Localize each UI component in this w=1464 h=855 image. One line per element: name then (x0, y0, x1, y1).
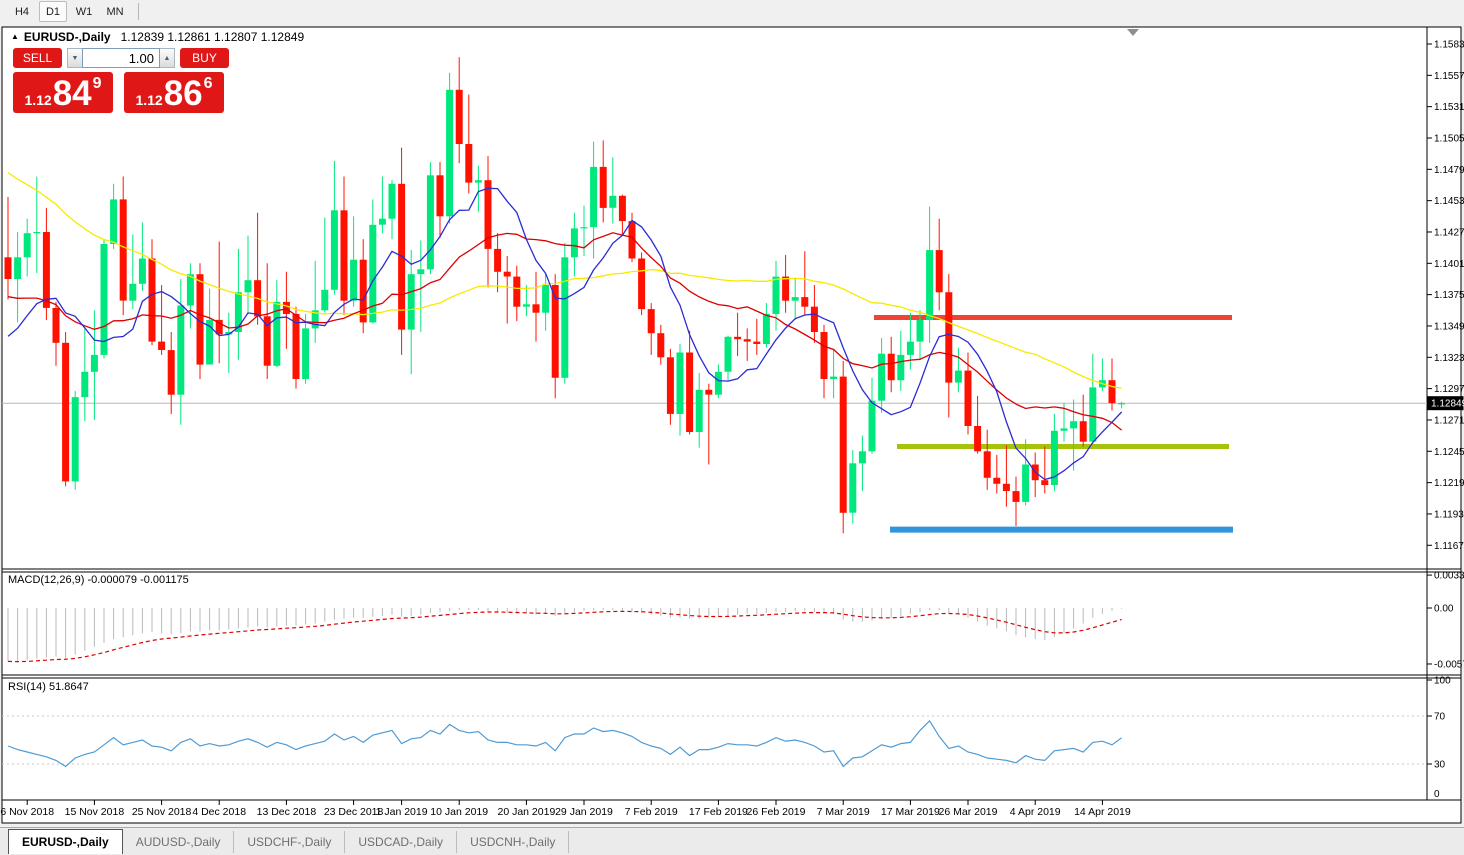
svg-text:0.003387: 0.003387 (1434, 571, 1464, 582)
svg-text:1.12710: 1.12710 (1434, 415, 1464, 426)
svg-text:10 Jan 2019: 10 Jan 2019 (430, 806, 488, 818)
svg-text:-0.00576: -0.00576 (1434, 659, 1464, 670)
svg-text:6 Nov 2018: 6 Nov 2018 (0, 806, 54, 818)
svg-text:1.15830: 1.15830 (1434, 40, 1464, 51)
svg-text:1.14530: 1.14530 (1434, 196, 1464, 207)
chart-shift-marker-icon[interactable] (1127, 29, 1139, 36)
sell-price-big: 84 (53, 80, 92, 109)
buy-price-panel[interactable]: 1.12 86 6 (124, 72, 224, 113)
chevron-down-icon: ▼ (72, 55, 79, 62)
rsi-indicator-label: RSI(14) 51.8647 (8, 681, 89, 693)
chart-tabbar: EURUSD-,Daily AUDUSD-,Daily USDCHF-,Dail… (0, 827, 1464, 855)
macd-indicator-label: MACD(12,26,9) -0.000079 -0.001175 (8, 574, 189, 586)
volume-input[interactable] (82, 48, 160, 68)
tab-usdcnh[interactable]: USDCNH-,Daily (457, 831, 569, 853)
svg-text:1.15570: 1.15570 (1434, 71, 1464, 82)
buy-button[interactable]: BUY (180, 48, 229, 68)
buy-price-big: 86 (164, 80, 203, 109)
svg-text:1.13490: 1.13490 (1434, 321, 1464, 332)
svg-text:1.15050: 1.15050 (1434, 133, 1464, 144)
svg-text:0.00: 0.00 (1434, 604, 1454, 615)
chart-ohlc-values: 1.12839 1.12861 1.12807 1.12849 (121, 30, 305, 44)
svg-text:7 Feb 2019: 7 Feb 2019 (625, 806, 678, 818)
svg-text:13 Dec 2018: 13 Dec 2018 (257, 806, 317, 818)
tab-eurusd[interactable]: EURUSD-,Daily (8, 829, 123, 854)
svg-text:1.12970: 1.12970 (1434, 384, 1464, 395)
svg-text:1.11930: 1.11930 (1434, 509, 1464, 520)
svg-text:20 Jan 2019: 20 Jan 2019 (497, 806, 555, 818)
svg-text:1.11670: 1.11670 (1434, 541, 1464, 552)
sell-button[interactable]: SELL (13, 48, 62, 68)
svg-text:1.14010: 1.14010 (1434, 259, 1464, 270)
svg-text:30: 30 (1434, 760, 1446, 771)
svg-text:70: 70 (1434, 712, 1446, 723)
svg-text:4 Dec 2018: 4 Dec 2018 (192, 806, 246, 818)
tab-usdchf[interactable]: USDCHF-,Daily (234, 831, 345, 853)
tab-audusd[interactable]: AUDUSD-,Daily (123, 831, 235, 853)
sell-price-pip: 9 (93, 76, 102, 92)
svg-text:17 Feb 2019: 17 Feb 2019 (689, 806, 748, 818)
chart-symbol-label: EURUSD-,Daily (24, 30, 111, 44)
sell-price-prefix: 1.12 (24, 93, 51, 107)
volume-decrease-button[interactable]: ▼ (67, 48, 82, 68)
chart-canvas[interactable]: 1.15830 1.15570 1.15310 1.15050 1.14790 1.145… (0, 0, 1464, 855)
buy-price-pip: 6 (204, 76, 213, 92)
svg-text:1.13750: 1.13750 (1434, 290, 1464, 301)
svg-text:1 Jan 2019: 1 Jan 2019 (376, 806, 428, 818)
svg-text:1.12849: 1.12849 (1431, 399, 1464, 410)
svg-text:14 Apr 2019: 14 Apr 2019 (1074, 806, 1131, 818)
tab-usdcad[interactable]: USDCAD-,Daily (345, 831, 457, 853)
chevron-up-icon: ▲ (164, 55, 171, 62)
svg-text:29 Jan 2019: 29 Jan 2019 (555, 806, 613, 818)
svg-text:0: 0 (1434, 789, 1440, 800)
one-click-trading-panel: SELL ▼ ▲ BUY 1.12 84 9 1.12 86 6 (13, 48, 229, 113)
svg-text:100: 100 (1434, 676, 1451, 687)
svg-text:7 Mar 2019: 7 Mar 2019 (817, 806, 870, 818)
svg-text:1.14270: 1.14270 (1434, 227, 1464, 238)
svg-text:4 Apr 2019: 4 Apr 2019 (1010, 806, 1061, 818)
svg-text:25 Nov 2018: 25 Nov 2018 (132, 806, 192, 818)
svg-text:1.15310: 1.15310 (1434, 102, 1464, 113)
svg-text:23 Dec 2018: 23 Dec 2018 (324, 806, 384, 818)
svg-text:1.13230: 1.13230 (1434, 353, 1464, 364)
chart-title: ▲ EURUSD-,Daily 1.12839 1.12861 1.12807 … (11, 30, 304, 44)
svg-text:1.12450: 1.12450 (1434, 447, 1464, 458)
volume-increase-button[interactable]: ▲ (160, 48, 175, 68)
svg-text:1.14790: 1.14790 (1434, 165, 1464, 176)
svg-text:15 Nov 2018: 15 Nov 2018 (65, 806, 125, 818)
symbol-marker-icon: ▲ (11, 33, 19, 41)
buy-price-prefix: 1.12 (135, 93, 162, 107)
svg-text:1.12190: 1.12190 (1434, 478, 1464, 489)
svg-text:17 Mar 2019: 17 Mar 2019 (881, 806, 940, 818)
sell-price-panel[interactable]: 1.12 84 9 (13, 72, 113, 113)
svg-text:26 Mar 2019: 26 Mar 2019 (939, 806, 998, 818)
svg-text:26 Feb 2019: 26 Feb 2019 (747, 806, 806, 818)
